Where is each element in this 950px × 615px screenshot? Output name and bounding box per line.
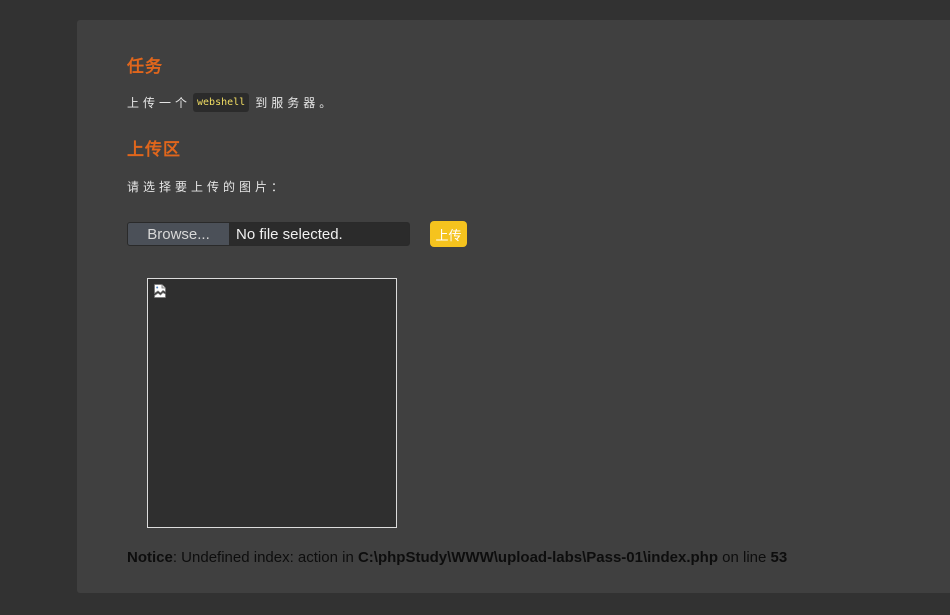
broken-image-icon [154,284,166,298]
task-text-after: 到服务器。 [255,96,336,110]
upload-submit-button[interactable]: 上传 [430,221,467,247]
task-description: 上传一个 webshell 到服务器。 [127,93,335,112]
task-heading: 任务 [127,57,163,77]
notice-label: Notice [127,549,173,566]
upload-heading: 上传区 [127,140,181,160]
main-panel: 任务 上传一个 webshell 到服务器。 上传区 请选择要上传的图片： Br… [77,20,950,593]
notice-file-path: C:\phpStudy\WWW\upload-labs\Pass-01\inde… [357,549,718,566]
file-input[interactable]: Browse... No file selected. [127,222,410,246]
choose-image-label: 请选择要上传的图片： [127,180,288,194]
notice-on-line: on line [717,549,771,566]
code-snippet: webshell [193,93,250,112]
browse-button[interactable]: Browse... [128,223,230,245]
php-notice: Notice: Undefined index: action in C:\ph… [127,549,787,566]
image-preview [147,278,397,528]
file-status-text: No file selected. [236,225,343,243]
notice-line-number: 53 [770,549,788,566]
notice-message: : Undefined index: action in [172,549,358,566]
task-text-before: 上传一个 [127,96,192,110]
